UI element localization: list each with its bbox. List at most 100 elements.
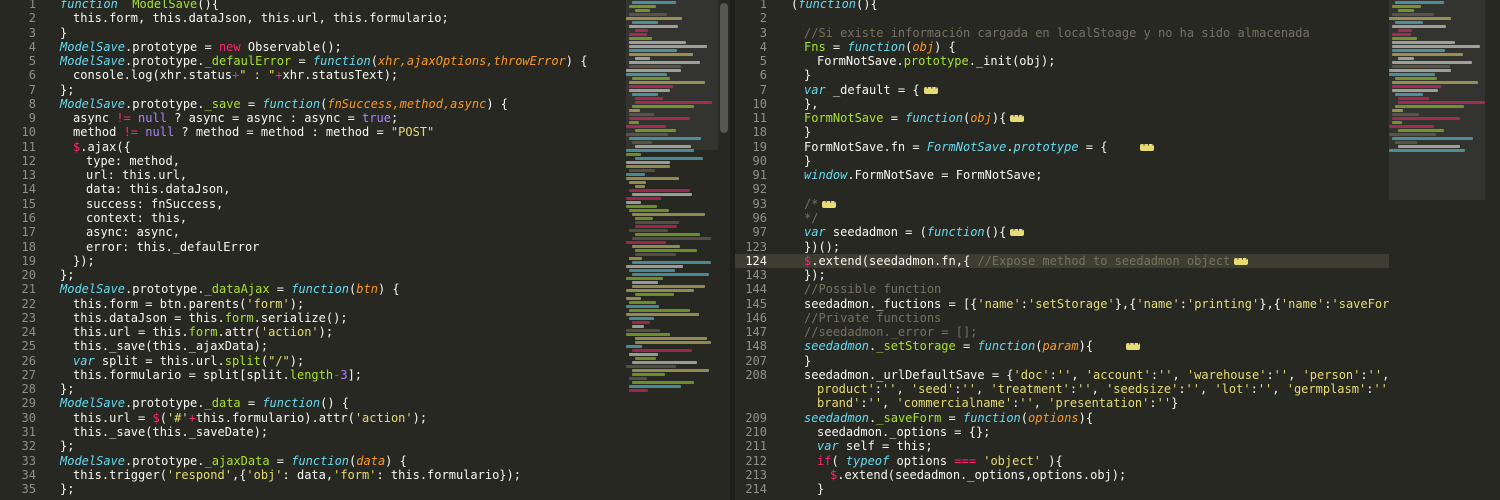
- code-line[interactable]: method != null ? method = method : metho…: [44, 125, 614, 139]
- editor-pane-right[interactable]: 1 2 3 4 5 6 7 10 11 18 19 90 91 92 93 96 97 123 124 143 144 1…: [735, 0, 1500, 500]
- code-line[interactable]: ModelSave.prototype._data = function() {: [44, 396, 614, 410]
- code-line[interactable]: var self = this;: [775, 439, 1415, 453]
- code-line[interactable]: console.log(xhr.status+" : "+xhr.statusT…: [44, 68, 614, 82]
- code-line[interactable]: this._save(this._ajaxData);: [44, 339, 614, 353]
- fold-marker-icon[interactable]: [923, 82, 938, 96]
- code-token: ===: [954, 453, 976, 468]
- code-line[interactable]: FormNotSave.fn = FormNotSave.prototype =…: [775, 139, 1415, 154]
- code-line[interactable]: this.form, this.dataJson, this.url, this…: [44, 11, 614, 25]
- code-line[interactable]: var _default = {: [775, 82, 1415, 97]
- code-line[interactable]: ModelSave.prototype._save = function(fnS…: [44, 97, 614, 111]
- fold-marker-icon[interactable]: [1234, 253, 1249, 267]
- code-line[interactable]: Fns = function(obj) {: [775, 40, 1415, 54]
- minimap[interactable]: [626, 0, 718, 500]
- code-token: _defaulError: [204, 54, 292, 69]
- code-line[interactable]: /*: [775, 196, 1415, 211]
- code-line[interactable]: var seedadmon = (function(){: [775, 224, 1415, 239]
- code-line[interactable]: window.FormNotSave = FormNotSave;: [775, 168, 1415, 182]
- fold-marker-icon[interactable]: [822, 196, 837, 210]
- scrollbar-thumb[interactable]: [720, 3, 728, 133]
- code-token: $: [152, 410, 160, 425]
- fold-marker-icon[interactable]: [1010, 110, 1025, 124]
- vertical-scrollbar[interactable]: [1488, 0, 1500, 500]
- code-line[interactable]: };: [44, 382, 614, 396]
- code-line[interactable]: ModelSave.prototype = new Observable();: [44, 40, 614, 54]
- code-line[interactable]: FormNotSave = function(obj){: [775, 110, 1415, 125]
- code-line[interactable]: };: [44, 482, 614, 496]
- code-line[interactable]: async != null ? async = async : async = …: [44, 111, 614, 125]
- code-line[interactable]: ModelSave.prototype._ajaxData = function…: [44, 454, 614, 468]
- code-line[interactable]: seedadmon._setStorage = function(param){: [775, 338, 1415, 353]
- code-line[interactable]: brand':'', 'commercialname':'', 'present…: [775, 396, 1415, 410]
- code-line[interactable]: this.formulario = split[split.length-3];: [44, 368, 614, 382]
- code-line[interactable]: $.ajax({: [44, 140, 614, 154]
- code-area[interactable]: function ModelSave(){this.form, this.dat…: [44, 0, 614, 496]
- fold-marker-icon[interactable]: [1125, 338, 1140, 353]
- code-line[interactable]: }: [44, 26, 614, 40]
- line-number: 17: [21, 225, 36, 240]
- code-line[interactable]: ModelSave.prototype._defaulError = funct…: [44, 54, 614, 68]
- code-line[interactable]: this.trigger('respond',{'obj': data,'for…: [44, 468, 614, 482]
- code-line[interactable]: //Si existe información cargada en local…: [775, 26, 1415, 40]
- fold-marker-icon[interactable]: [1140, 139, 1155, 153]
- code-line[interactable]: function ModelSave(){: [44, 0, 614, 11]
- code-line[interactable]: var split = this.url.split("/");: [44, 354, 614, 368]
- code-line[interactable]: }: [775, 125, 1415, 139]
- code-line[interactable]: //Private functions: [775, 311, 1415, 325]
- code-line[interactable]: */: [775, 211, 1415, 225]
- code-token: seedadmon._fuctions = [{: [804, 296, 978, 311]
- code-line[interactable]: error: this._defaulError: [44, 240, 614, 254]
- code-token: }: [804, 125, 812, 140]
- code-line[interactable]: this.dataJson = this.form.serialize();: [44, 311, 614, 325]
- line-number: 124: [735, 253, 775, 269]
- code-line[interactable]: }: [775, 354, 1415, 368]
- code-line[interactable]: $.extend(seedadmon._options,options.obj)…: [775, 468, 1415, 482]
- code-line[interactable]: }: [775, 482, 1415, 496]
- code-line[interactable]: data: this.dataJson,: [44, 182, 614, 196]
- code-line[interactable]: seedadmon._fuctions = [{'name':'setStora…: [775, 296, 1425, 311]
- code-line[interactable]: seedadmon._options = {};: [775, 425, 1415, 439]
- code-line[interactable]: },: [775, 97, 1415, 111]
- code-area[interactable]: (function(){ //Si existe información carg…: [775, 0, 1425, 496]
- code-line[interactable]: success: fnSuccess,: [44, 197, 614, 211]
- code-line[interactable]: (function(){: [775, 0, 1415, 11]
- code-line[interactable]: });: [775, 268, 1415, 282]
- code-line[interactable]: })();: [775, 240, 1415, 254]
- code-line[interactable]: }: [775, 154, 1415, 168]
- code-line[interactable]: url: this.url,: [44, 168, 614, 182]
- code-token: ,: [1172, 367, 1187, 382]
- code-line[interactable]: //Possible function: [775, 282, 1415, 296]
- code-line[interactable]: };: [44, 439, 614, 453]
- fold-marker-icon[interactable]: [1010, 224, 1025, 239]
- code-line[interactable]: });: [44, 254, 614, 268]
- code-line[interactable]: seedadmon._urlDefaultSave = {'doc':'', '…: [775, 368, 1415, 382]
- minimap[interactable]: [1389, 0, 1485, 500]
- line-number: 20: [21, 268, 36, 283]
- code-line[interactable]: this._save(this._saveDate);: [44, 425, 614, 439]
- line-number: 8: [28, 96, 36, 111]
- code-line[interactable]: FormNotSave.prototype._init(obj);: [775, 54, 1415, 68]
- code-line[interactable]: };: [44, 268, 614, 282]
- code-line[interactable]: seedadmon._saveForm = function(options){: [775, 411, 1415, 425]
- code-token: window: [804, 168, 848, 183]
- code-line[interactable]: context: this,: [44, 211, 614, 225]
- code-line[interactable]: this.url = $('#'+this.formulario).attr('…: [44, 411, 614, 425]
- line-number: 34: [21, 467, 36, 482]
- code-line[interactable]: ModelSave.prototype._dataAjax = function…: [44, 282, 614, 296]
- code-line[interactable]: [775, 182, 1415, 196]
- code-line[interactable]: [775, 11, 1415, 25]
- minimap-line: [626, 297, 641, 300]
- code-token: 'account': [1085, 367, 1151, 382]
- code-line[interactable]: this.url = this.form.attr('action');: [44, 325, 614, 339]
- code-line[interactable]: this.form = btn.parents('form');: [44, 297, 614, 311]
- code-line[interactable]: //seedadmon._error = [];: [775, 325, 1415, 339]
- vertical-scrollbar[interactable]: [718, 0, 730, 500]
- code-line[interactable]: };: [44, 83, 614, 97]
- editor-pane-left[interactable]: 1 2 3 4 5 6 7 8 9 10 11 12 13 14 15 16 17 18 19 20 21 22 23 24 2…: [0, 0, 730, 500]
- code-line[interactable]: async: async,: [44, 225, 614, 239]
- code-line[interactable]: type: method,: [44, 154, 614, 168]
- code-line[interactable]: product':'', 'seed':'', 'treatment':'', …: [775, 382, 1415, 396]
- code-line[interactable]: }: [775, 68, 1415, 82]
- code-line[interactable]: $.extend(seedadmon.fn,{ //Expose method …: [775, 253, 1415, 269]
- code-line[interactable]: if( typeof options === 'object' ){: [775, 454, 1415, 468]
